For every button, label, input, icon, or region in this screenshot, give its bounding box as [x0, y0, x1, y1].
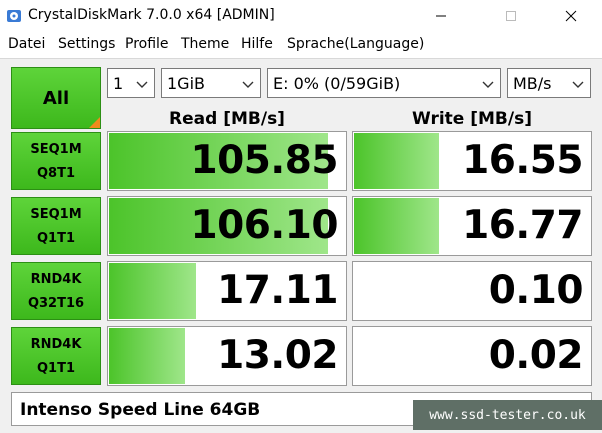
corner-marker	[89, 117, 100, 128]
menu-datei[interactable]: Datei	[8, 36, 45, 52]
read-result-cell: 13.02	[107, 326, 347, 386]
write-result-cell: 0.10	[352, 261, 592, 321]
menu-bar: Datei Settings Profile Theme Hilfe Sprac…	[0, 33, 602, 57]
rnd4k-q1t1-button[interactable]: RND4K Q1T1	[11, 327, 101, 385]
test-size-select[interactable]: 1GiB	[161, 68, 261, 98]
menu-profile[interactable]: Profile	[125, 36, 169, 52]
test-count-select[interactable]: 1	[107, 68, 155, 98]
read-value: 106.10	[190, 203, 339, 248]
write-result-cell: 16.55	[352, 131, 592, 191]
menu-settings[interactable]: Settings	[58, 36, 115, 52]
test-name: SEQ1M	[30, 207, 82, 222]
read-value: 13.02	[217, 333, 338, 378]
maximize-button[interactable]	[488, 0, 534, 32]
unit-select[interactable]: MB/s	[507, 68, 591, 98]
read-result-cell: 17.11	[107, 261, 347, 321]
chevron-down-icon	[482, 81, 494, 88]
unit-value: MB/s	[513, 74, 552, 93]
test-count-value: 1	[113, 74, 124, 93]
read-header: Read [MB/s]	[169, 109, 285, 129]
all-button-label: All	[42, 87, 70, 109]
test-name: RND4K	[30, 272, 82, 287]
chevron-down-icon	[136, 81, 148, 88]
minimize-icon	[436, 15, 446, 17]
test-name: RND4K	[30, 337, 82, 352]
chevron-down-icon	[572, 81, 584, 88]
test-queue: Q32T16	[27, 296, 85, 311]
write-header: Write [MB/s]	[412, 109, 532, 129]
read-value: 17.11	[217, 268, 338, 313]
test-queue: Q8T1	[36, 166, 75, 181]
read-bar	[109, 263, 196, 319]
write-result-cell: 0.02	[352, 326, 592, 386]
rnd4k-q32t16-button[interactable]: RND4K Q32T16	[11, 262, 101, 320]
title-bar: CrystalDiskMark 7.0.0 x64 [ADMIN]	[0, 0, 602, 32]
seq1m-q8t1-button[interactable]: SEQ1M Q8T1	[11, 132, 101, 190]
write-bar	[354, 198, 439, 254]
chevron-down-icon	[242, 81, 254, 88]
minimize-button[interactable]	[418, 0, 464, 32]
drive-select[interactable]: E: 0% (0/59GiB)	[267, 68, 501, 98]
seq1m-q1t1-button[interactable]: SEQ1M Q1T1	[11, 197, 101, 255]
menu-theme[interactable]: Theme	[181, 36, 229, 52]
write-bar	[354, 133, 439, 189]
write-result-cell: 16.77	[352, 196, 592, 256]
menu-hilfe[interactable]: Hilfe	[241, 36, 273, 52]
test-queue: Q1T1	[36, 231, 75, 246]
read-result-cell: 105.85	[107, 131, 347, 191]
menu-language[interactable]: Sprache(Language)	[287, 36, 424, 52]
close-button[interactable]	[548, 0, 594, 32]
window-title: CrystalDiskMark 7.0.0 x64 [ADMIN]	[28, 7, 275, 23]
write-value: 16.77	[462, 203, 583, 248]
test-queue: Q1T1	[36, 361, 75, 376]
read-value: 105.85	[190, 138, 339, 183]
comment-text: Intenso Speed Line 64GB	[20, 400, 261, 420]
test-size-value: 1GiB	[167, 74, 205, 93]
watermark: www.ssd-tester.co.uk	[413, 400, 602, 430]
maximize-icon	[506, 11, 516, 21]
write-value: 0.10	[488, 268, 584, 313]
write-value: 16.55	[462, 138, 583, 183]
all-button[interactable]: All	[11, 67, 101, 129]
close-icon	[565, 10, 577, 22]
crystaldiskmark-icon	[7, 10, 21, 22]
read-bar	[109, 328, 185, 384]
test-name: SEQ1M	[30, 142, 82, 157]
write-value: 0.02	[488, 333, 584, 378]
drive-value: E: 0% (0/59GiB)	[273, 74, 401, 93]
read-result-cell: 106.10	[107, 196, 347, 256]
